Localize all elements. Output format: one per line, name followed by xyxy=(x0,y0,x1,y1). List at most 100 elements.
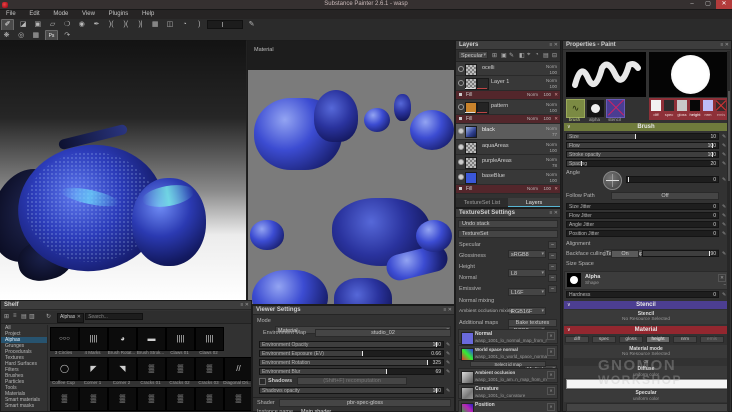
remove-effect-icon[interactable]: ✕ xyxy=(554,92,558,98)
nrm-swatch[interactable] xyxy=(703,100,713,111)
slider-handle[interactable] xyxy=(627,177,629,182)
tab-layers[interactable]: Layers xyxy=(508,198,560,207)
channel-format-dropdown[interactable]: L8 ▾ xyxy=(508,269,546,277)
angle-jitter-slider[interactable]: Angle Jitter 0 xyxy=(566,221,719,228)
shelf-item[interactable]: ▒ xyxy=(137,387,166,411)
menu-plugins[interactable]: Plugins xyxy=(103,10,135,18)
panel-close-icon[interactable]: ✕ xyxy=(725,42,729,48)
channel-format-dropdown[interactable]: RGB16F ▾ xyxy=(508,307,546,315)
shadows-recompute-button[interactable]: (Shift+F) recomputation xyxy=(297,377,407,385)
channel-format-dropdown[interactable]: L16F ▾ xyxy=(508,288,546,296)
panel-close-icon[interactable]: ✕ xyxy=(448,307,452,313)
menu-file[interactable]: File xyxy=(0,10,22,18)
layer-thumbnail[interactable] xyxy=(465,172,477,184)
layer-thumbnail[interactable] xyxy=(465,64,477,76)
refresh-icon[interactable]: ↻ xyxy=(46,313,51,320)
grid-icon[interactable]: ▦ xyxy=(150,20,161,30)
search-input[interactable]: Search... xyxy=(85,312,143,320)
close-button[interactable]: ✕ xyxy=(716,0,732,9)
textureset-button[interactable]: TextureSet xyxy=(458,230,558,238)
spec-swatch[interactable] xyxy=(664,100,674,111)
layer-row[interactable]: aquaAreas Norm 100 xyxy=(456,140,560,155)
shelf-item[interactable]: ▒ xyxy=(137,357,166,381)
stroke-opacity-slider[interactable]: Stroke opacity 100 xyxy=(566,151,719,158)
add-fill-layer-icon[interactable]: ▣ xyxy=(501,52,507,59)
visibility-toggle[interactable] xyxy=(458,159,464,165)
panel-close-icon[interactable]: ✕ xyxy=(554,210,558,216)
clear-map-icon[interactable]: ✕ xyxy=(547,387,555,395)
layer-row[interactable]: Layer 1 Norm 100 xyxy=(456,76,560,91)
visibility-toggle[interactable] xyxy=(458,128,464,134)
add-mask-icon[interactable]: ◧ xyxy=(519,52,525,59)
shader-button[interactable]: pbr-spec-gloss xyxy=(279,399,451,407)
material-height-button[interactable]: height xyxy=(646,336,670,343)
remove-effect-icon[interactable]: ✕ xyxy=(554,116,558,122)
menu-view[interactable]: View xyxy=(76,10,101,18)
fill-effect-row[interactable]: Fill Norm 100 ✕ xyxy=(456,91,560,100)
edit-icon[interactable]: ✎ xyxy=(722,222,726,228)
collapse-alpha-icon[interactable]: − xyxy=(723,282,726,287)
panel-menu-icon[interactable]: ≡ xyxy=(443,307,446,313)
remove-channel-button[interactable]: − xyxy=(548,252,557,260)
environment-exposure-slider[interactable]: Environment Exposure (EV) 0.66 xyxy=(259,350,444,357)
environment-opacity-slider[interactable]: Environment Opacity 100 xyxy=(259,341,444,348)
channel-format-dropdown[interactable]: sRGB8▾ xyxy=(508,250,546,258)
remove-channel-button[interactable]: − xyxy=(548,285,557,293)
shelf-item[interactable]: ◤ xyxy=(79,357,108,381)
map-entry-ambient-occlusion[interactable]: Ambient occlusion wasp_1001_lo_am..n_map_… xyxy=(458,368,558,384)
edit-icon[interactable]: ✎ xyxy=(446,369,450,375)
height-swatch[interactable] xyxy=(690,100,700,111)
panel-menu-icon[interactable]: ≡ xyxy=(549,42,552,48)
clear-map-icon[interactable]: ✕ xyxy=(547,348,555,356)
shelf-item[interactable]: ▒ xyxy=(195,357,224,381)
edit-icon[interactable]: ✎ xyxy=(446,342,450,348)
edit-icon[interactable]: ✎ xyxy=(722,143,726,149)
category-smart-masks[interactable]: Smart masks xyxy=(1,403,47,409)
map-entry-curvature[interactable]: Curvature wasp_1001_lo_curvature ✕ xyxy=(458,384,558,400)
smart-material-icon[interactable]: ◔ xyxy=(535,52,539,58)
map-entry-world-space-normal[interactable]: World space normal wasp_1001_lo_world_spa… xyxy=(458,345,558,361)
panel-menu-icon[interactable]: ≡ xyxy=(549,210,552,216)
layer-thumbnail[interactable] xyxy=(465,157,477,169)
panel-menu-icon[interactable]: ≡ xyxy=(720,42,723,48)
title-bar[interactable]: Substance Painter 2.6.1 - wasp – ▢ ✕ xyxy=(0,0,732,10)
edit-icon[interactable]: ✎ xyxy=(722,177,726,183)
view2d-mode-label[interactable]: Material xyxy=(254,47,274,53)
material-nrm-button[interactable]: nrm xyxy=(673,336,697,343)
panel-close-icon[interactable]: ✕ xyxy=(245,302,249,308)
polygon-fill-tool[interactable]: ▱ xyxy=(47,20,58,30)
edit-icon[interactable]: ✎ xyxy=(722,134,726,140)
alpha-mode-button[interactable] xyxy=(586,99,605,118)
delete-layer-icon[interactable]: ⊟ xyxy=(552,52,557,59)
alpha-resource-block[interactable]: Alpha Shape ✕ − xyxy=(564,271,730,290)
specular-color-swatch[interactable] xyxy=(566,403,728,412)
slider-handle[interactable] xyxy=(362,351,364,356)
fill-blend[interactable]: Norm xyxy=(527,92,538,97)
fill-opacity[interactable]: 100 xyxy=(543,116,551,121)
select-id-map-button[interactable]: Select id map xyxy=(470,361,546,367)
layer-thumbnail[interactable] xyxy=(465,142,477,154)
stencil-section-header[interactable]: ∨ Stencil xyxy=(564,301,728,309)
uv-canvas[interactable] xyxy=(248,70,454,304)
material-gloss-button[interactable]: gloss xyxy=(619,336,643,343)
fill-effect-row[interactable]: Fill Norm 100 ✕ xyxy=(456,115,560,124)
shelf-item[interactable]: ▒ xyxy=(108,387,137,411)
add-folder-icon[interactable]: ▤ xyxy=(543,52,549,59)
maximize-button[interactable]: ▢ xyxy=(700,0,716,9)
history-icon[interactable]: ◔ xyxy=(179,20,190,30)
follow-path-toggle[interactable]: Off xyxy=(611,192,719,200)
edit-icon[interactable]: ✎ xyxy=(722,204,726,210)
fill-blend[interactable]: Norm xyxy=(527,116,538,121)
visibility-toggle[interactable] xyxy=(458,174,464,180)
slider-handle[interactable] xyxy=(426,360,428,365)
detail-view-icon[interactable]: ▥ xyxy=(29,313,35,320)
layer-thumbnail[interactable] xyxy=(465,126,477,138)
path-open-icon[interactable]: )( xyxy=(106,20,117,30)
fill-blend[interactable]: Norm xyxy=(527,186,538,191)
gloss-swatch[interactable] xyxy=(677,100,687,111)
emis-swatch[interactable] xyxy=(716,100,726,111)
path-mirror-icon[interactable]: )( xyxy=(120,20,131,30)
shelf-item[interactable]: ◕ xyxy=(108,327,137,351)
stencil-body[interactable]: Stencil No Resource Selected xyxy=(564,310,728,324)
path-close-icon[interactable]: )| xyxy=(135,20,146,30)
